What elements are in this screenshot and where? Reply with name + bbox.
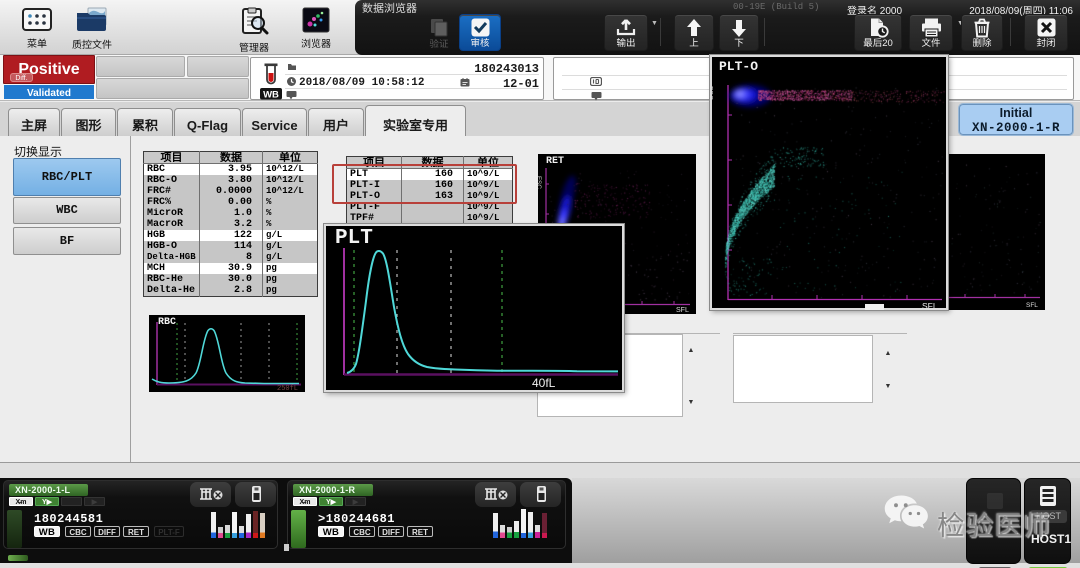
- svg-text:WB: WB: [263, 90, 279, 101]
- svg-text:250fL: 250fL: [277, 385, 298, 392]
- svg-text:40fL: 40fL: [532, 376, 556, 390]
